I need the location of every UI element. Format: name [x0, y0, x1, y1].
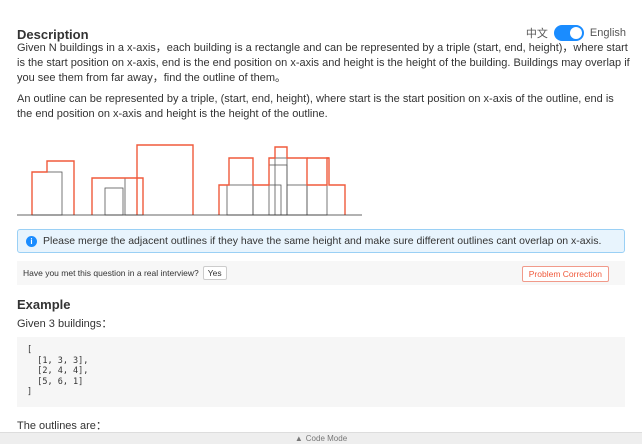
building-outlines-gray	[31, 157, 328, 216]
language-switch[interactable]	[553, 25, 584, 41]
skyline-illustration	[17, 144, 362, 216]
description-paragraph-1: Given N buildings in a x-axis，each build…	[17, 42, 630, 84]
interview-question: Have you met this question in a real int…	[23, 268, 199, 278]
example-code-block: [ [1, 3, 3], [2, 4, 4], [5, 6, 1] ]	[17, 337, 625, 407]
outlines-label: The outlines are：	[17, 420, 107, 432]
chevron-up-icon: ▲	[294, 434, 303, 443]
description-header: Description 中文 English	[17, 25, 626, 42]
info-icon: i	[26, 235, 37, 247]
example-description: Given 3 buildings：	[17, 318, 113, 330]
skyline-outline-red	[31, 144, 346, 215]
lang-en-label: English	[589, 27, 626, 39]
lang-zh-label: 中文	[525, 28, 548, 40]
problem-correction-button[interactable]: Problem Correction	[521, 266, 609, 282]
description-paragraph-2: An outline can be represented by a tripl…	[17, 93, 614, 120]
interview-row: Have you met this question in a real int…	[17, 261, 625, 285]
merge-outlines-note: i Please merge the adjacent outlines if …	[17, 229, 625, 253]
language-toggle[interactable]: 中文 English	[526, 25, 626, 41]
code-mode-bar[interactable]: ▲ Code Mode	[0, 432, 642, 444]
code-mode-label: Code Mode	[305, 434, 348, 443]
note-text: Please merge the adjacent outlines if th…	[43, 235, 602, 247]
yes-button[interactable]: Yes	[202, 266, 227, 280]
example-title: Example	[17, 297, 71, 312]
